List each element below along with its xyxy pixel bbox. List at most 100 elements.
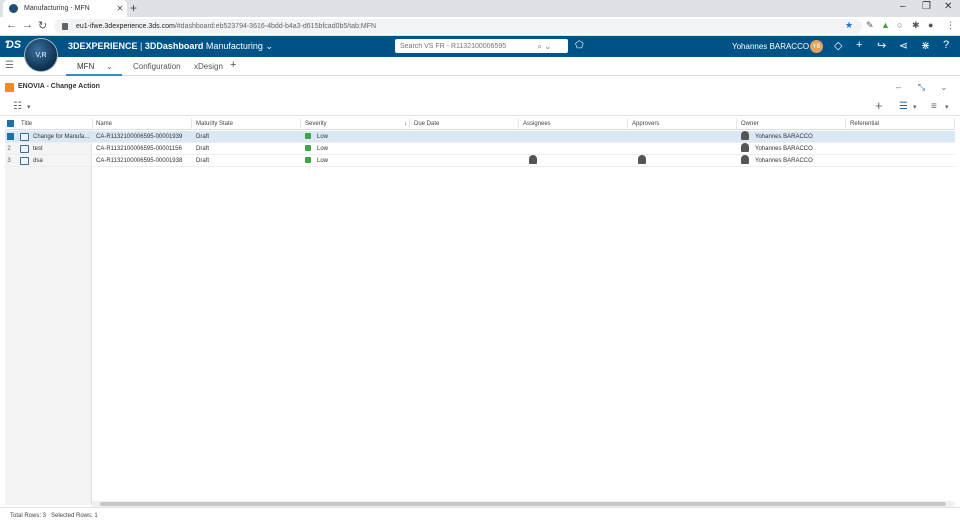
puzzle-extensions-icon[interactable]: ✱	[912, 20, 920, 31]
column-header-name[interactable]: Name	[92, 118, 192, 130]
back-arrow-icon[interactable]: ←	[6, 19, 17, 31]
site-favicon-icon	[9, 4, 18, 13]
row-number: 3	[7, 158, 11, 164]
filter-dropdown-icon[interactable]: ▾	[27, 103, 31, 111]
cell-maturity-state[interactable]: Draft	[192, 143, 301, 155]
selected-rows-count: Selected Rows: 1	[51, 513, 98, 519]
search-input[interactable]	[400, 42, 535, 50]
cell-title[interactable]: Change for Manufa...	[29, 131, 91, 143]
cell-owner: Yohannes BARACCO	[737, 155, 846, 167]
menu-hamburger-icon[interactable]: ☰	[5, 60, 14, 71]
close-tab-icon[interactable]: ✕	[113, 4, 127, 13]
scrollbar-thumb[interactable]	[100, 502, 946, 506]
tab-mfn[interactable]: MFN	[77, 62, 94, 71]
active-tab-indicator	[66, 74, 122, 76]
communities-icon[interactable]: ⋇	[921, 39, 930, 52]
total-rows-count: Total Rows: 3	[10, 513, 47, 519]
reload-icon[interactable]: ↻	[38, 19, 47, 32]
sort-icon[interactable]: ≡	[931, 101, 937, 112]
cell-title[interactable]: test	[29, 143, 91, 155]
dassault-logo-icon[interactable]: ƊS	[5, 39, 21, 51]
cell-owner: Yohannes BARACCO	[737, 143, 846, 155]
share-arrow-icon[interactable]: ↪	[877, 39, 886, 52]
restore-window-icon[interactable]: ❐	[922, 1, 931, 12]
approver-avatar-icon[interactable]	[638, 155, 646, 164]
drive-extension-icon[interactable]: ▲	[881, 20, 890, 30]
add-tab-icon[interactable]: +	[230, 59, 236, 71]
column-header-due-date[interactable]: Due Date	[410, 118, 519, 130]
table-row[interactable]: 3 dsa CA-R1132100006595-00001938 Draft L…	[5, 155, 955, 167]
address-bar[interactable]: eu1-ifwe.3dexperience.3ds.com/#dashboard…	[54, 19, 862, 34]
column-header-owner[interactable]: Owner	[737, 118, 846, 130]
new-tab-button[interactable]: +	[130, 1, 137, 15]
sort-order-icon[interactable]: ↓	[404, 118, 407, 130]
cell-severity: Low	[301, 155, 410, 167]
cell-severity: Low	[301, 131, 410, 143]
cell-maturity-state[interactable]: Draft	[192, 155, 301, 167]
table-row[interactable]: Change for Manufa... CA-R1132100006595-0…	[5, 131, 955, 143]
user-avatar[interactable]: YB	[810, 40, 823, 53]
cell-name[interactable]: CA-R1132100006595-00001938	[92, 155, 192, 167]
circle-extension-icon[interactable]: ○	[897, 20, 902, 30]
column-header-title[interactable]: Title	[17, 118, 93, 130]
search-icon[interactable]: ⌕	[537, 41, 542, 52]
browser-toolbar: ← → ↻ eu1-ifwe.3dexperience.3ds.com/#das…	[0, 17, 960, 36]
app-title[interactable]: 3DEXPERIENCE | 3DDashboard Manufacturing…	[68, 41, 273, 52]
severity-low-icon	[305, 145, 311, 151]
row-checkbox[interactable]	[7, 133, 14, 140]
cell-name[interactable]: CA-R1132100006595-00001156	[92, 143, 192, 155]
notification-icon[interactable]: ◇	[834, 39, 842, 52]
table-row[interactable]: 2 test CA-R1132100006595-00001156 Draft …	[5, 143, 955, 155]
minimize-widget-icon[interactable]: –	[896, 82, 901, 92]
share-network-icon[interactable]: ⋖	[899, 39, 908, 52]
row-number: 2	[7, 146, 11, 152]
browser-tabstrip: Manufacturing - MFN ✕ + – ❐ ✕	[0, 0, 960, 17]
widget-title: ENOVIA - Change Action	[18, 83, 100, 90]
view-dropdown-icon[interactable]: ▾	[913, 103, 917, 111]
column-header-assignees[interactable]: Assignees	[519, 118, 628, 130]
user-name[interactable]: Yohannes BARACCO	[732, 42, 809, 51]
cell-assignees[interactable]	[519, 155, 628, 167]
profile-avatar-icon[interactable]: ●	[928, 20, 933, 30]
cell-severity: Low	[301, 143, 410, 155]
close-window-icon[interactable]: ✕	[944, 1, 952, 12]
row-header-column	[5, 130, 92, 505]
browser-menu-icon[interactable]: ⋮	[946, 20, 955, 31]
column-header-severity[interactable]: Severity ↓	[301, 118, 410, 130]
change-action-icon	[20, 145, 29, 153]
enovia-app-icon	[5, 83, 14, 92]
create-icon[interactable]: +	[875, 98, 883, 113]
cell-owner: Yohannes BARACCO	[737, 131, 846, 143]
minimize-window-icon[interactable]: –	[900, 1, 906, 12]
cell-name[interactable]: CA-R1132100006595-00001939	[92, 131, 192, 143]
filter-icon[interactable]: ☷	[13, 101, 22, 112]
table-header: Title Name Maturity State Severity ↓ Due …	[5, 118, 955, 130]
list-view-icon[interactable]: ☰	[899, 101, 908, 112]
browser-tab[interactable]: Manufacturing - MFN ✕	[3, 0, 127, 17]
column-header-referential[interactable]: Referential	[846, 118, 955, 130]
tab-mfn-dropdown-icon[interactable]: ⌄	[106, 62, 113, 71]
severity-low-icon	[305, 133, 311, 139]
forward-arrow-icon[interactable]: →	[22, 19, 33, 31]
extension-icon[interactable]: ✎	[866, 20, 874, 31]
search-dropdown-icon[interactable]: ⌄	[544, 41, 552, 52]
add-icon[interactable]: +	[856, 39, 862, 51]
cell-approvers[interactable]	[628, 155, 737, 167]
column-header-maturity-state[interactable]: Maturity State	[192, 118, 301, 130]
sort-dropdown-icon[interactable]: ▾	[945, 103, 949, 111]
bookmark-star-icon[interactable]: ★	[845, 20, 853, 31]
search-box[interactable]: ⌕ ⌄	[395, 39, 568, 53]
tag-icon[interactable]: ⬠	[575, 40, 584, 51]
collapse-widget-icon[interactable]: ⤡	[918, 82, 925, 93]
cell-title[interactable]: dsa	[29, 155, 91, 167]
tab-xdesign[interactable]: xDesign	[194, 62, 223, 71]
column-header-approvers[interactable]: Approvers	[628, 118, 737, 130]
assignee-avatar-icon[interactable]	[529, 155, 537, 164]
cell-maturity-state[interactable]: Draft	[192, 131, 301, 143]
user-avatar-icon	[741, 143, 749, 152]
compass-icon[interactable]: V,R	[24, 38, 58, 72]
select-all-checkbox[interactable]	[7, 120, 14, 127]
help-icon[interactable]: ?	[943, 39, 949, 51]
tab-configuration[interactable]: Configuration	[133, 62, 181, 71]
widget-menu-icon[interactable]: ⌄	[940, 82, 948, 93]
